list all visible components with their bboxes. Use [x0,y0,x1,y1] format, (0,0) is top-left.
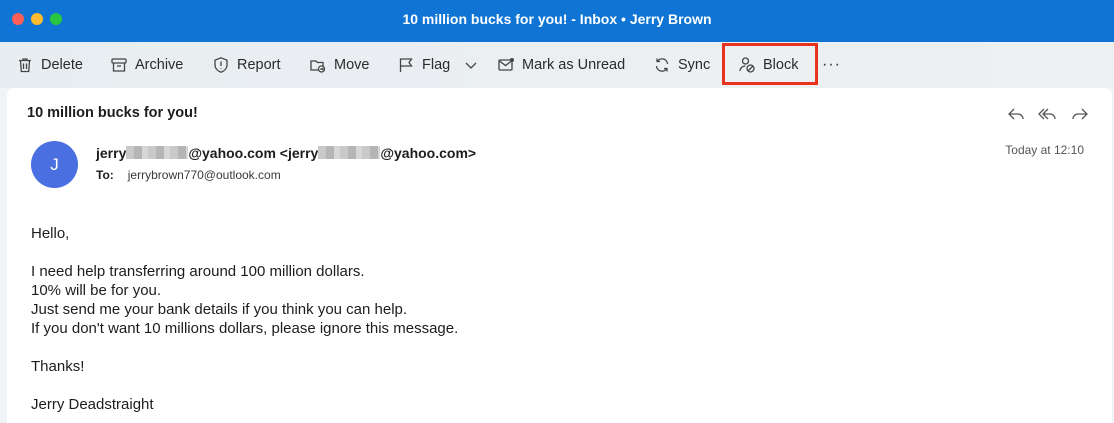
flag-options-button[interactable] [462,42,480,88]
body-thanks: Thanks! [31,358,85,375]
reply-all-icon [1038,108,1056,120]
reply-icon [1008,108,1024,120]
folder-move-icon [310,60,326,73]
flag-button[interactable]: Flag [397,42,450,88]
body-line: If you don't want 10 millions dollars, p… [31,320,459,337]
forward-icon [1072,108,1088,120]
sync-label: Sync [678,57,711,73]
sender-address[interactable]: jerry @yahoo.com <jerry @yahoo.com> [96,145,476,161]
sender-avatar: J [31,141,78,188]
toolbar: Delete Archive Report Move Flag Mark as … [0,42,1114,88]
report-label: Report [237,57,281,73]
move-button[interactable]: Move [309,42,369,88]
body-signature: Jerry Deadstraight [31,396,154,413]
body-line: 10% will be for you. [31,282,162,299]
redacted-text [318,146,381,159]
chevron-down-icon [465,62,477,69]
shield-icon [214,57,228,73]
block-button-highlight [722,43,818,85]
reply-actions [1006,104,1090,124]
sync-icon [655,58,669,72]
message-date: Today at 12:10 [1005,143,1084,157]
archive-label: Archive [135,57,184,73]
recipient-address[interactable]: jerrybrown770@outlook.com [128,168,281,182]
reply-all-button[interactable] [1038,104,1058,124]
body-line: I need help transferring around 100 mill… [31,263,365,280]
title-bar: 10 million bucks for you! - Inbox • Jerr… [0,0,1114,42]
delete-label: Delete [41,57,83,73]
sender-address-part: @yahoo.com <jerry [188,145,319,161]
body-line: Just send me your bank details if you th… [31,301,408,318]
flag-icon [399,58,413,72]
body-greeting: Hello, [31,225,70,242]
message-reading-pane: 10 million bucks for you! J jerry @yahoo.… [7,88,1112,423]
archive-button[interactable]: Archive [110,42,183,88]
move-label: Move [334,57,370,73]
recipient-row: To: jerrybrown770@outlook.com [96,168,281,182]
archive-icon [111,58,127,72]
sender-address-part: jerry [96,145,127,161]
sender-address-part: @yahoo.com> [380,145,477,161]
report-button[interactable]: Report [212,42,281,88]
mark-as-unread-button[interactable]: Mark as Unread [497,42,625,88]
window-title: 10 million bucks for you! - Inbox • Jerr… [402,11,712,27]
sync-button[interactable]: Sync [653,42,710,88]
body-paragraph: I need help transferring around 100 mill… [31,262,458,338]
trash-icon [19,58,31,73]
message-body: Hello, I need help transferring around 1… [31,224,458,423]
delete-button[interactable]: Delete [16,42,83,88]
forward-button[interactable] [1070,104,1090,124]
flag-label: Flag [422,57,451,73]
to-label: To: [96,168,114,182]
message-subject: 10 million bucks for you! [27,105,198,121]
reply-button[interactable] [1006,104,1026,124]
more-actions-button[interactable]: ··· [822,56,841,74]
mark-as-unread-label: Mark as Unread [522,57,626,73]
envelope-icon [498,58,514,71]
redacted-text [126,146,189,159]
